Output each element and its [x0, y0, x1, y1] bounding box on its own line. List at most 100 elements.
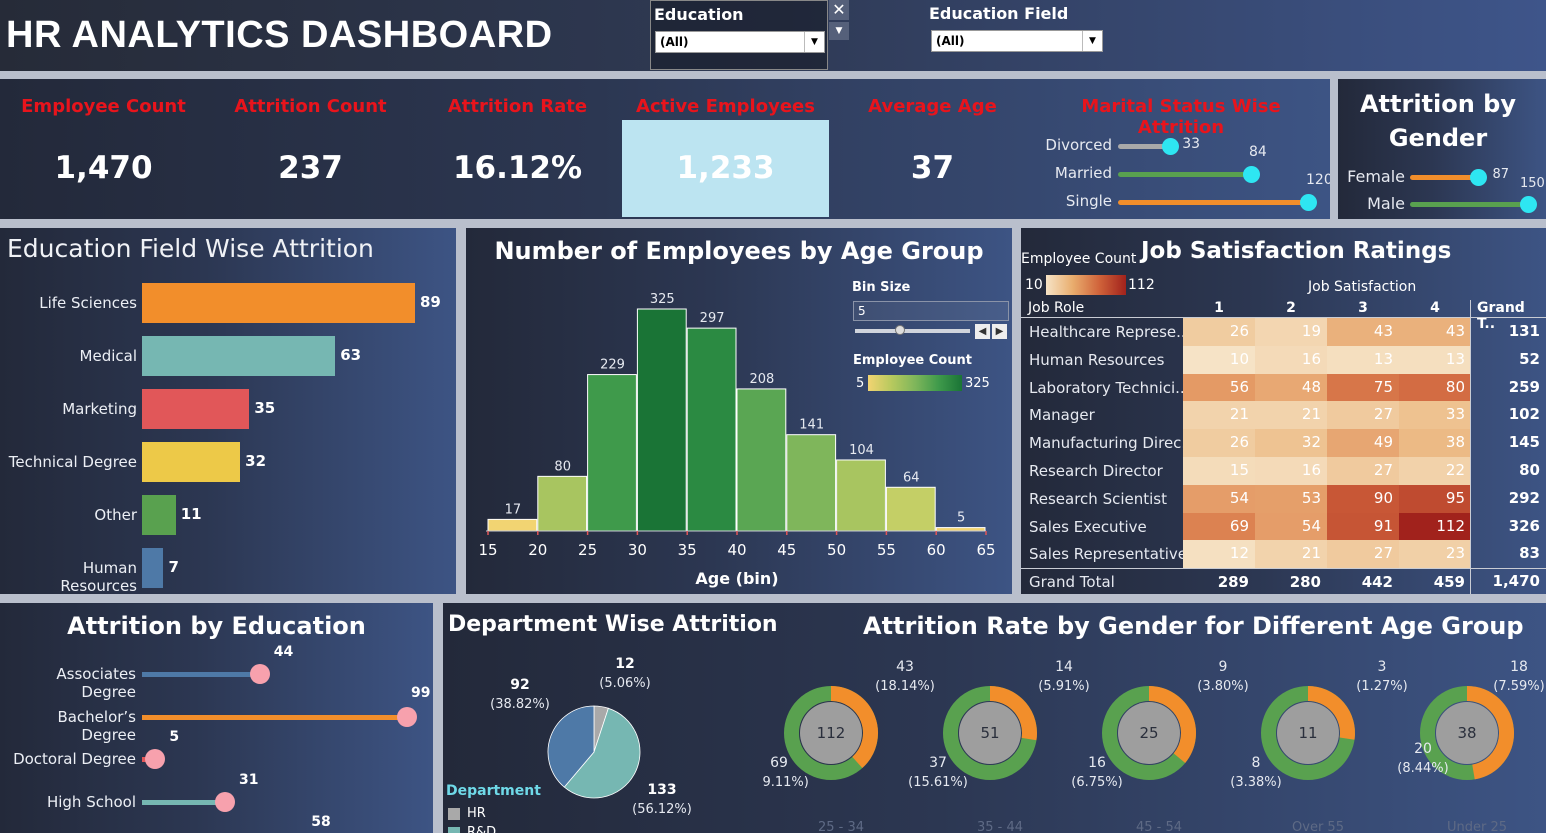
- expand-icon[interactable]: ▼: [829, 22, 849, 40]
- donut-a-pct-0: (18.14%): [875, 679, 935, 694]
- hist-bar-50[interactable]: [836, 459, 886, 532]
- marital-value-married: 84: [1249, 144, 1267, 160]
- js-cell[interactable]: 33: [1399, 401, 1471, 430]
- js-cell[interactable]: 43: [1327, 318, 1399, 346]
- education-field-select[interactable]: (All) ▼: [931, 30, 1103, 52]
- att-edu-dot-bachelor-s-degree[interactable]: [397, 706, 417, 727]
- education-select[interactable]: (All) ▼: [655, 31, 825, 53]
- hist-bar-25[interactable]: [587, 374, 637, 532]
- donut-a-value-2: 9: [1219, 659, 1228, 675]
- js-cell[interactable]: 32: [1255, 429, 1327, 457]
- js-cell[interactable]: 13: [1399, 345, 1471, 374]
- js-cell[interactable]: 112: [1399, 512, 1471, 541]
- hist-tick-50: 50: [827, 541, 846, 559]
- gender-dot-female[interactable]: [1470, 169, 1488, 186]
- edu-field-bar-marketing[interactable]: [142, 389, 250, 429]
- js-cell[interactable]: 80: [1399, 373, 1471, 402]
- marital-dot-single[interactable]: [1300, 194, 1317, 211]
- js-cell[interactable]: 27: [1327, 457, 1399, 485]
- hist-bar-35[interactable]: [686, 327, 737, 532]
- js-cell[interactable]: 90: [1327, 484, 1399, 513]
- gender-dot-male[interactable]: [1520, 196, 1537, 213]
- marital-bar-married: [1118, 172, 1251, 177]
- js-cell[interactable]: 43: [1399, 318, 1471, 346]
- donut-b-pct-2: (6.75%): [1071, 775, 1122, 790]
- hist-bar-30[interactable]: [636, 308, 687, 532]
- hist-bar-55[interactable]: [885, 486, 936, 532]
- js-cell[interactable]: 12: [1183, 540, 1255, 569]
- donut-b-value-3: 8: [1252, 755, 1261, 771]
- att-edu-dot-high-school[interactable]: [214, 791, 235, 812]
- dept-legend-rd: R&D: [467, 825, 497, 833]
- hist-bar-15[interactable]: [487, 518, 538, 532]
- js-cell[interactable]: 53: [1255, 484, 1327, 513]
- js-cell[interactable]: 54: [1183, 484, 1255, 513]
- chevron-left-icon[interactable]: ◀: [975, 324, 990, 339]
- edu-field-bar-medical[interactable]: [142, 336, 336, 376]
- js-cell[interactable]: 26: [1183, 429, 1255, 457]
- js-cell[interactable]: 22: [1399, 457, 1471, 485]
- att-edu-value-blank: 58: [311, 814, 331, 830]
- att-edu-dot-doctoral-degree[interactable]: [145, 749, 166, 769]
- js-cell[interactable]: 91: [1327, 512, 1399, 541]
- education-filter-label: Education: [654, 5, 744, 24]
- js-cell[interactable]: 69: [1183, 512, 1255, 541]
- donut-group-label-4: Under 25: [1447, 820, 1507, 833]
- js-cell[interactable]: 38: [1399, 429, 1471, 457]
- bin-size-slider[interactable]: [855, 329, 970, 333]
- js-cell[interactable]: 21: [1255, 401, 1327, 430]
- js-cell[interactable]: 48: [1255, 373, 1327, 402]
- education-filter: Education (All) ▼: [650, 0, 828, 70]
- js-cell[interactable]: 56: [1183, 373, 1255, 402]
- gender-bar-female: [1410, 175, 1479, 180]
- bin-size-input[interactable]: 5: [853, 301, 1009, 321]
- kpi-value-attrition-count: 237: [278, 150, 343, 186]
- js-cell[interactable]: 21: [1183, 401, 1255, 430]
- js-cell[interactable]: 54: [1255, 512, 1327, 541]
- hist-bar-40[interactable]: [736, 388, 787, 532]
- edu-field-bar-life-sciences[interactable]: [142, 283, 415, 323]
- att-edu-label-associates-degree: Associates Degree: [56, 665, 136, 701]
- js-cell[interactable]: 49: [1327, 429, 1399, 457]
- js-cell[interactable]: 27: [1327, 540, 1399, 569]
- js-cell[interactable]: 21: [1255, 540, 1327, 569]
- js-cell[interactable]: 16: [1255, 345, 1327, 374]
- js-legend-max: 112: [1128, 277, 1155, 293]
- kpi-value-active-employees: 1,233: [676, 150, 775, 186]
- js-cell[interactable]: 27: [1327, 401, 1399, 430]
- chevron-right-icon[interactable]: ▶: [992, 324, 1007, 339]
- js-cell[interactable]: 26: [1183, 318, 1255, 346]
- hist-bar-45[interactable]: [786, 434, 837, 532]
- edu-field-label-medical: Medical: [79, 347, 137, 365]
- kpi-panel: Employee Count 1,470 Attrition Count 237…: [0, 79, 1330, 219]
- js-cell[interactable]: 19: [1255, 318, 1327, 346]
- edu-field-label-technical-degree: Technical Degree: [8, 453, 137, 471]
- att-edu-dot-associates-degree[interactable]: [249, 664, 270, 684]
- hist-bar-60[interactable]: [935, 527, 986, 532]
- edu-field-label-marketing: Marketing: [62, 400, 137, 418]
- hist-bar-20[interactable]: [537, 475, 588, 532]
- donut-group-label-2: 45 - 54: [1136, 820, 1182, 833]
- gender-title-line1: Attrition by: [1359, 90, 1517, 118]
- js-cell[interactable]: 13: [1327, 345, 1399, 374]
- js-col-header-4: 4: [1430, 300, 1440, 316]
- edu-field-bar-human-resources[interactable]: [142, 548, 164, 588]
- js-cell[interactable]: 10: [1183, 345, 1255, 374]
- js-cell[interactable]: 95: [1399, 484, 1471, 513]
- marital-dot-married[interactable]: [1243, 166, 1260, 183]
- js-cell[interactable]: 16: [1255, 457, 1327, 485]
- close-icon[interactable]: ✕: [829, 0, 849, 20]
- js-row-label-healthcare-represe: Healthcare Represe..: [1029, 323, 1184, 341]
- edu-field-label-human-resources: Human Resources: [60, 559, 137, 594]
- js-cell[interactable]: 75: [1327, 373, 1399, 402]
- kpi-label-active-employees: Active Employees: [636, 96, 815, 117]
- hist-value-45: 141: [799, 418, 824, 433]
- edu-field-bar-other[interactable]: [142, 495, 176, 535]
- marital-dot-divorced[interactable]: [1162, 138, 1180, 155]
- dept-slice-value: 133: [647, 782, 676, 798]
- js-cell[interactable]: 23: [1399, 540, 1471, 569]
- donut-group-label-3: Over 55: [1292, 820, 1344, 833]
- edu-field-bar-technical-degree[interactable]: [142, 442, 241, 482]
- marital-value-single: 120: [1306, 172, 1330, 188]
- js-cell[interactable]: 15: [1183, 457, 1255, 485]
